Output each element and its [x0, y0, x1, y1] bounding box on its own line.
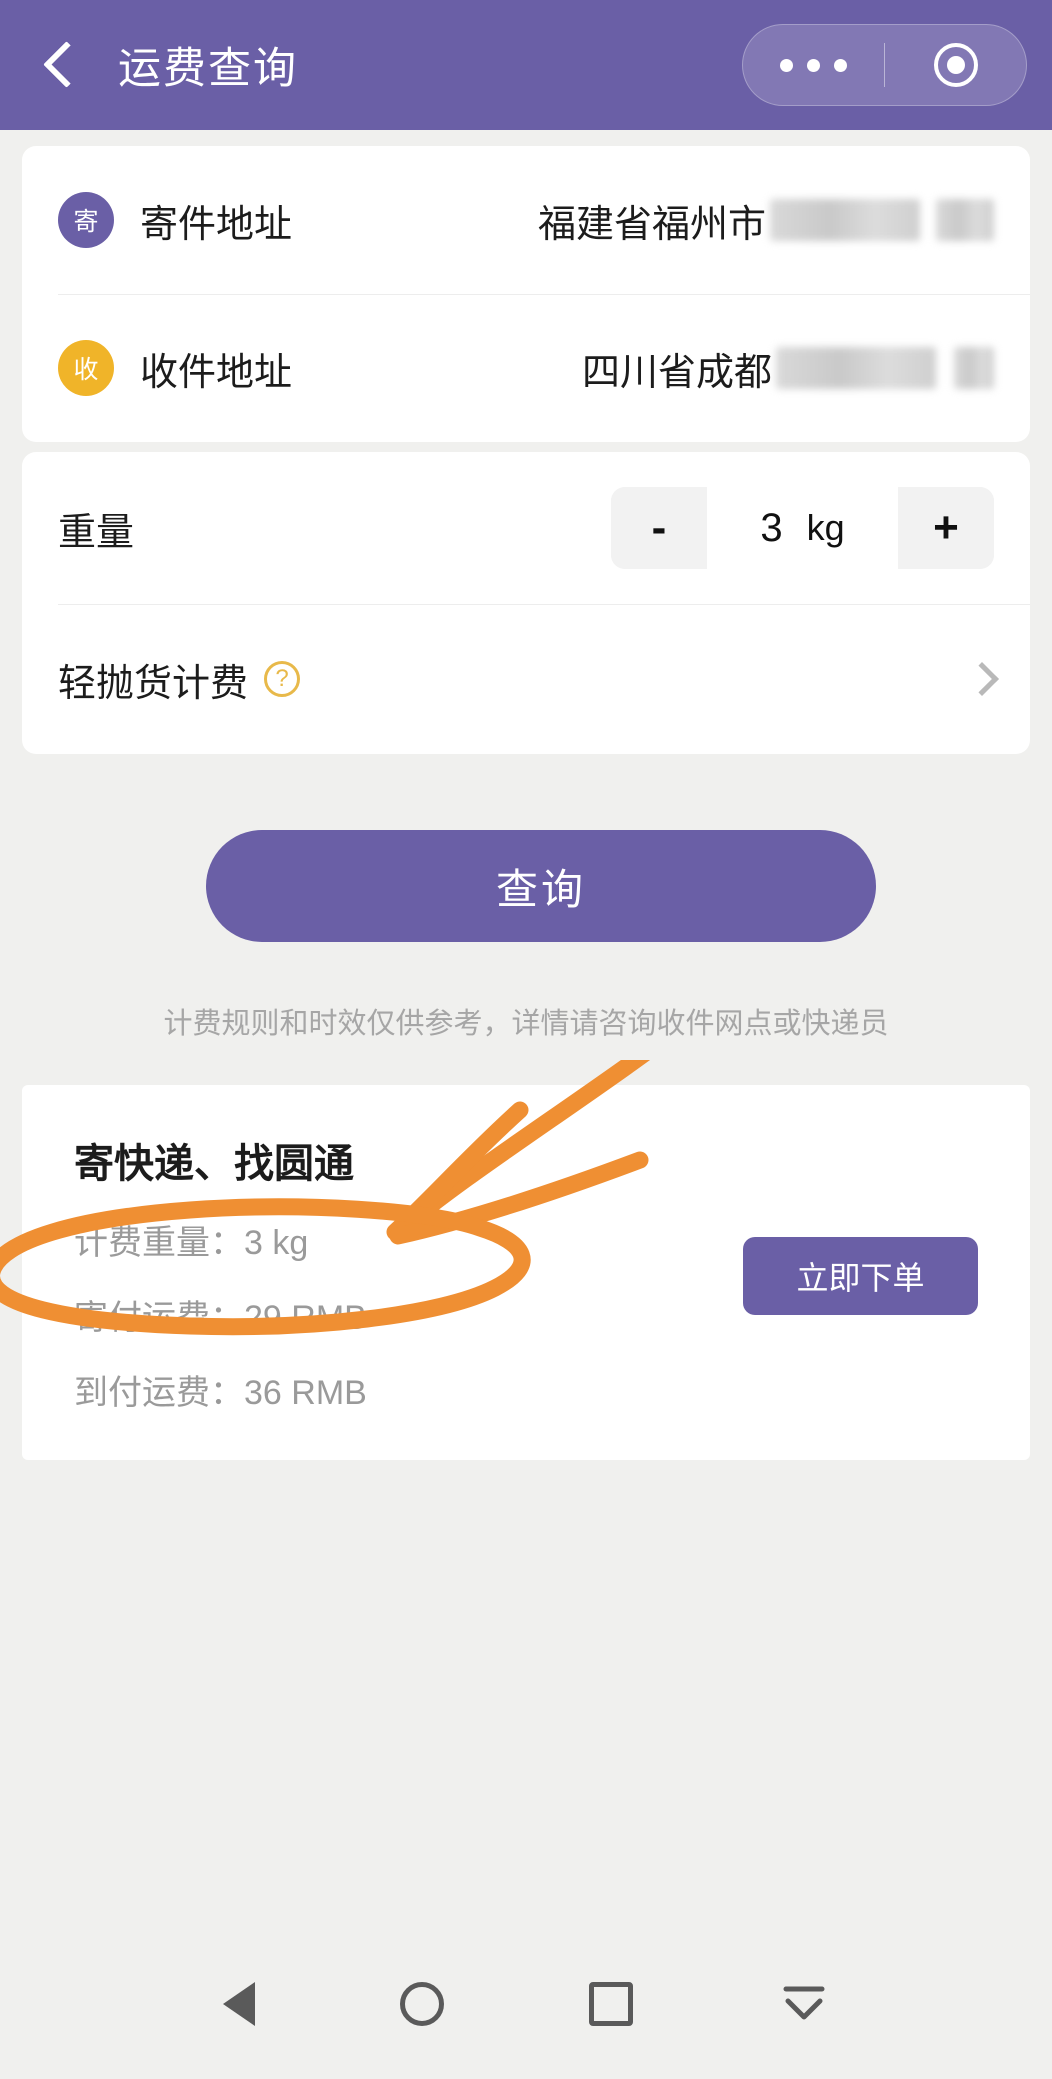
receiver-address-redaction — [776, 347, 936, 389]
chevron-right-icon[interactable] — [965, 662, 999, 696]
page-title: 运费查询 — [118, 45, 298, 93]
address-card: 寄 寄件地址 福建省福州市 收 收件地址 四川省成都 — [22, 146, 1030, 442]
question-mark-icon[interactable]: ? — [264, 661, 301, 697]
android-navigation-bar — [0, 1929, 1052, 2079]
place-order-button[interactable]: 立即下单 — [743, 1237, 978, 1315]
more-dots-icon[interactable] — [743, 58, 884, 72]
back-chevron-icon[interactable] — [42, 39, 82, 91]
light-goods-row[interactable]: 轻抛货计费 ? — [22, 604, 1030, 754]
receiver-address-value: 四川省成都 — [582, 341, 994, 396]
page-header: 运费查询 — [0, 0, 1052, 130]
light-goods-label: 轻抛货计费 — [58, 662, 249, 705]
sender-address-text: 福建省福州市 — [537, 203, 766, 246]
sender-badge-icon: 寄 — [58, 192, 114, 248]
weight-value: 3 — [760, 505, 783, 550]
weight-decrement-button[interactable]: - — [611, 487, 707, 569]
mini-program-screen: 运费查询 寄 寄件地址 福建省福州市 收 收件地址 四川省成都 重量 - 3 k… — [0, 0, 1052, 2079]
sender-address-row[interactable]: 寄 寄件地址 福建省福州市 — [22, 146, 1030, 294]
receiver-address-redaction-2 — [954, 347, 994, 389]
nav-home-circle-icon[interactable] — [399, 1982, 444, 2026]
address-card-wrapper: 寄 寄件地址 福建省福州市 收 收件地址 四川省成都 — [0, 146, 1052, 442]
collect-fee-text: 到付运费：36 RMB — [74, 1374, 367, 1412]
sender-address-value: 福建省福州市 — [538, 193, 994, 248]
weight-unit: kg — [806, 507, 845, 548]
result-title: 寄快递、找圆通 — [74, 1142, 354, 1186]
wechat-capsule[interactable] — [742, 24, 1027, 106]
receiver-badge-icon: 收 — [58, 340, 114, 396]
disclaimer-text: 计费规则和时效仅供参考，详情请咨询收件网点或快递员 — [163, 1008, 889, 1040]
receiver-address-label: 收件地址 — [140, 351, 293, 394]
weight-increment-button[interactable]: + — [898, 487, 994, 569]
weight-stepper[interactable]: - 3 kg + — [611, 487, 994, 569]
nav-back-triangle-icon[interactable] — [222, 1982, 255, 2026]
nav-hide-keyboard-icon[interactable] — [778, 1979, 830, 2029]
query-button[interactable]: 查询 — [206, 830, 876, 942]
weight-row: 重量 - 3 kg + — [22, 452, 1030, 604]
sender-address-label: 寄件地址 — [140, 203, 293, 246]
receiver-address-text: 四川省成都 — [581, 351, 772, 394]
sender-address-redaction — [770, 199, 920, 241]
result-card: 寄快递、找圆通 计费重量：3 kg 寄付运费：29 RMB 到付运费：36 RM… — [22, 1085, 1030, 1460]
weight-card: 重量 - 3 kg + 轻抛货计费 ? — [22, 452, 1030, 754]
sender-address-redaction-2 — [936, 199, 994, 241]
weight-label: 重量 — [58, 511, 135, 554]
target-circle-icon[interactable] — [885, 43, 1026, 87]
weight-card-wrapper: 重量 - 3 kg + 轻抛货计费 ? — [0, 452, 1052, 754]
receiver-address-row[interactable]: 收 收件地址 四川省成都 — [22, 294, 1030, 442]
weight-value-field[interactable]: 3 kg — [707, 487, 898, 569]
nav-recents-square-icon[interactable] — [588, 1982, 633, 2026]
